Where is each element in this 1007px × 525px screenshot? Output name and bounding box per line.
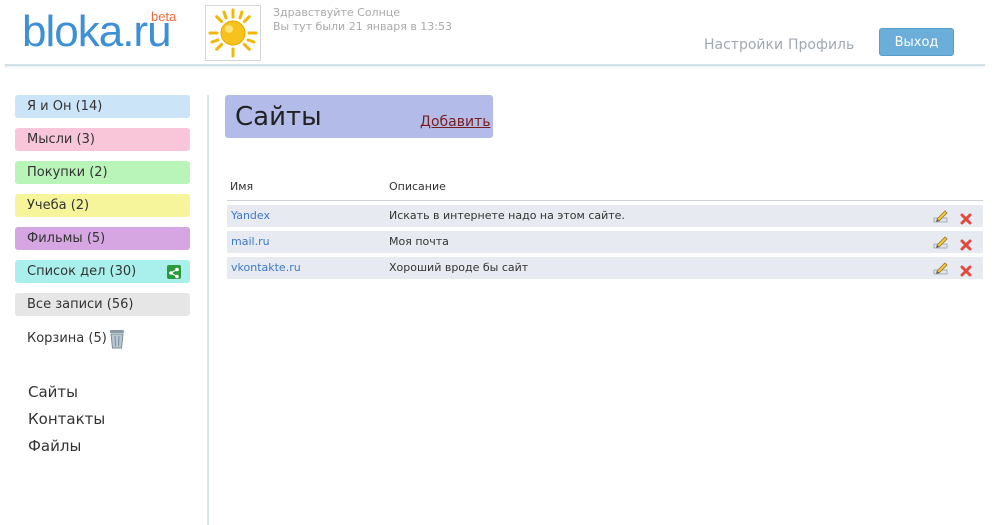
edit-icon[interactable] (933, 208, 949, 224)
trash-bin-icon[interactable] (107, 328, 127, 350)
logo[interactable]: bloka.ru (22, 8, 172, 56)
trash-link[interactable]: Корзина (5) (27, 331, 107, 346)
delete-icon[interactable] (960, 210, 972, 225)
page-title: Сайты (235, 102, 322, 132)
category-label: Покупки (2) (27, 165, 108, 180)
column-header-name: Имя (230, 180, 254, 193)
settings-link[interactable]: Настройки (704, 37, 783, 53)
section-link-contacts[interactable]: Контакты (28, 410, 105, 428)
sidebar-divider (207, 95, 209, 525)
site-description: Искать в интернете надо на этом сайте. (389, 209, 625, 222)
logout-button[interactable]: Выход (879, 28, 954, 56)
section-link-sites[interactable]: Сайты (28, 383, 78, 401)
category-mysli[interactable]: Мысли (3) (15, 128, 190, 151)
category-ucheba[interactable]: Учеба (2) (15, 194, 190, 217)
table-header-divider (227, 200, 983, 201)
edit-icon[interactable] (933, 260, 949, 276)
table-row: vkontakte.ru Хороший вроде бы сайт (227, 257, 983, 279)
table-row: Yandex Искать в интернете надо на этом с… (227, 205, 983, 227)
category-label: Фильмы (5) (27, 231, 106, 246)
share-icon[interactable] (167, 265, 181, 279)
category-label: Я и Он (14) (27, 99, 103, 114)
category-label: Все записи (56) (27, 297, 134, 312)
table-row: mail.ru Моя почта (227, 231, 983, 253)
site-link[interactable]: vkontakte.ru (231, 261, 301, 274)
category-label: Список дел (30) (27, 264, 137, 279)
site-link[interactable]: Yandex (231, 209, 270, 222)
greeting-text: Здравствуйте Солнце (273, 6, 401, 19)
category-filmy[interactable]: Фильмы (5) (15, 227, 190, 250)
header: bloka.ru beta Здравствуйте Солнце Вы тут… (0, 0, 1007, 70)
category-vse-zapisi[interactable]: Все записи (56) (15, 293, 190, 316)
delete-icon[interactable] (960, 236, 972, 251)
category-spisok-del[interactable]: Список дел (30) (15, 260, 190, 283)
sun-avatar-icon (208, 8, 258, 58)
category-label: Мысли (3) (27, 132, 95, 147)
site-link[interactable]: mail.ru (231, 235, 270, 248)
profile-link[interactable]: Профиль (788, 37, 854, 53)
edit-icon[interactable] (933, 234, 949, 250)
column-header-description: Описание (389, 180, 446, 193)
header-divider (5, 64, 985, 66)
add-link[interactable]: Добавить (420, 114, 490, 130)
delete-icon[interactable] (960, 262, 972, 277)
site-description: Моя почта (389, 235, 449, 248)
category-pokupki[interactable]: Покупки (2) (15, 161, 190, 184)
category-label: Учеба (2) (27, 198, 90, 213)
avatar[interactable] (205, 5, 261, 61)
site-description: Хороший вроде бы сайт (389, 261, 529, 274)
section-link-files[interactable]: Файлы (28, 437, 81, 455)
beta-label: beta (151, 9, 177, 24)
last-visit-text: Вы тут были 21 января в 13:53 (273, 20, 452, 33)
greeting: Здравствуйте Солнце Вы тут были 21 январ… (273, 6, 452, 34)
page-title-panel: Сайты Добавить (225, 95, 493, 138)
category-ya-i-on[interactable]: Я и Он (14) (15, 95, 190, 118)
